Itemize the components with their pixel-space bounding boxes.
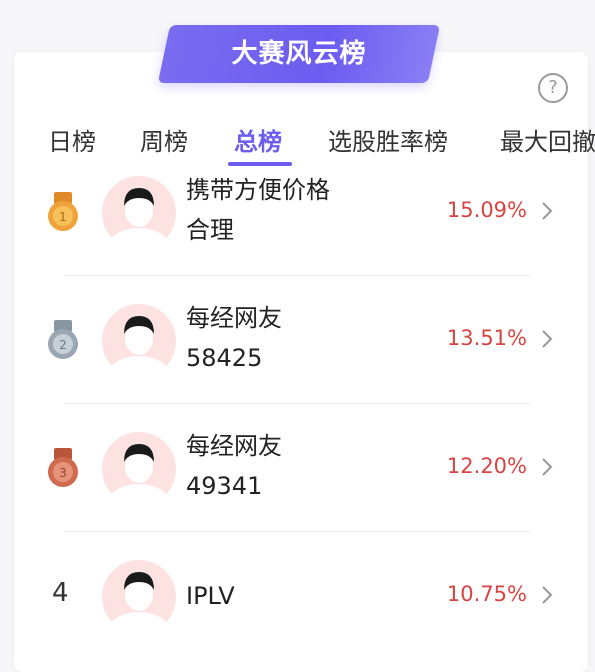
avatar — [102, 432, 176, 506]
avatar — [102, 304, 176, 378]
tab-max-drawdown[interactable]: 最大回撤 — [500, 122, 595, 157]
ranking-row[interactable]: 3 每经网友 49341 12.20% — [0, 404, 595, 532]
tab-daily[interactable]: 日榜 — [48, 122, 96, 157]
gold-medal-icon: 1 — [48, 192, 78, 231]
svg-text:2: 2 — [59, 338, 67, 352]
win-rate: 15.09% — [446, 198, 527, 222]
rank-number: 4 — [52, 578, 69, 608]
silver-medal-icon: 2 — [48, 320, 78, 359]
win-rate: 13.51% — [446, 326, 527, 350]
user-name-line2: 合理 — [186, 216, 234, 244]
win-rate: 10.75% — [446, 582, 527, 606]
chevron-right-icon — [542, 586, 553, 604]
tab-weekly[interactable]: 周榜 — [140, 122, 188, 157]
chevron-right-icon — [542, 330, 553, 348]
svg-text:1: 1 — [59, 210, 67, 224]
user-name-line1: 每经网友 — [186, 432, 282, 460]
user-name-line2: 49341 — [186, 472, 263, 500]
tab-win-rate[interactable]: 选股胜率榜 — [328, 122, 448, 157]
page-title: 大赛风云榜 — [231, 39, 367, 69]
tab-overall[interactable]: 总榜 — [234, 122, 282, 157]
active-tab-indicator — [228, 162, 292, 166]
user-name-line1: 每经网友 — [186, 304, 282, 332]
bronze-medal-icon: 3 — [48, 448, 78, 487]
win-rate: 12.20% — [446, 454, 527, 478]
chevron-right-icon — [542, 458, 553, 476]
help-icon[interactable]: ? — [538, 73, 568, 103]
tab-bar: 日榜 周榜 总榜 选股胜率榜 最大回撤 — [0, 118, 595, 168]
ranking-row[interactable]: 2 每经网友 58425 13.51% — [0, 276, 595, 404]
user-name-line1: IPLV — [186, 582, 235, 610]
user-name-line1: 携带方便价格 — [186, 176, 330, 204]
avatar — [102, 176, 176, 250]
chevron-right-icon — [542, 202, 553, 220]
user-name-line2: 58425 — [186, 344, 263, 372]
avatar — [102, 560, 176, 634]
ranking-row[interactable]: 4 IPLV 10.75% — [0, 532, 595, 660]
svg-text:3: 3 — [59, 466, 67, 480]
